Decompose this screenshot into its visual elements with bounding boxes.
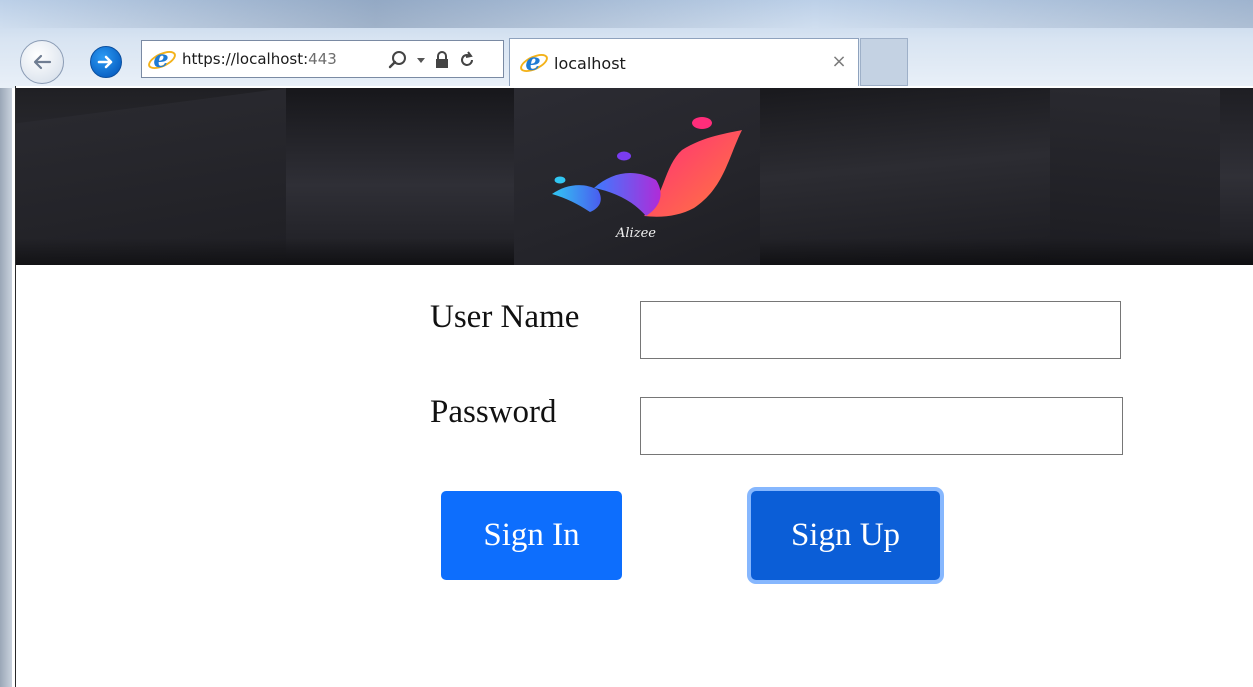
search-icon[interactable] [388, 50, 408, 70]
sign-up-button[interactable]: Sign Up [751, 491, 940, 580]
lock-icon[interactable] [434, 50, 450, 70]
window-left-edge [0, 88, 12, 687]
sign-in-button[interactable]: Sign In [441, 491, 622, 580]
username-label: User Name [430, 299, 580, 335]
dropdown-caret-icon[interactable] [416, 50, 426, 70]
internet-explorer-icon: e [145, 47, 179, 73]
brand-logo-text: Alizee [616, 226, 656, 241]
tab-title: localhost [554, 54, 626, 73]
username-input[interactable] [640, 301, 1121, 359]
address-tools [388, 48, 476, 72]
refresh-icon[interactable] [458, 50, 476, 70]
forward-button[interactable] [90, 46, 122, 78]
address-bar[interactable]: e https://localhost:443 [141, 40, 504, 78]
header-banner: Alizee [16, 88, 1253, 265]
password-label: Password [430, 394, 557, 430]
url-main: https://localhost: [182, 50, 309, 68]
title-bar-shading [0, 0, 1253, 28]
tab-site-icon: e [517, 50, 551, 76]
back-arrow-icon [33, 54, 52, 70]
tab-localhost[interactable]: e localhost × [509, 38, 859, 86]
browser-chrome: e https://localhost:443 e localhost × [0, 0, 1253, 88]
back-button[interactable] [20, 40, 64, 84]
new-tab-button[interactable] [860, 38, 908, 86]
url-text[interactable]: https://localhost:443 [182, 50, 337, 68]
forward-arrow-icon [97, 55, 113, 69]
url-port: 443 [308, 50, 337, 68]
close-icon[interactable]: × [828, 51, 850, 73]
password-input[interactable] [640, 397, 1123, 455]
